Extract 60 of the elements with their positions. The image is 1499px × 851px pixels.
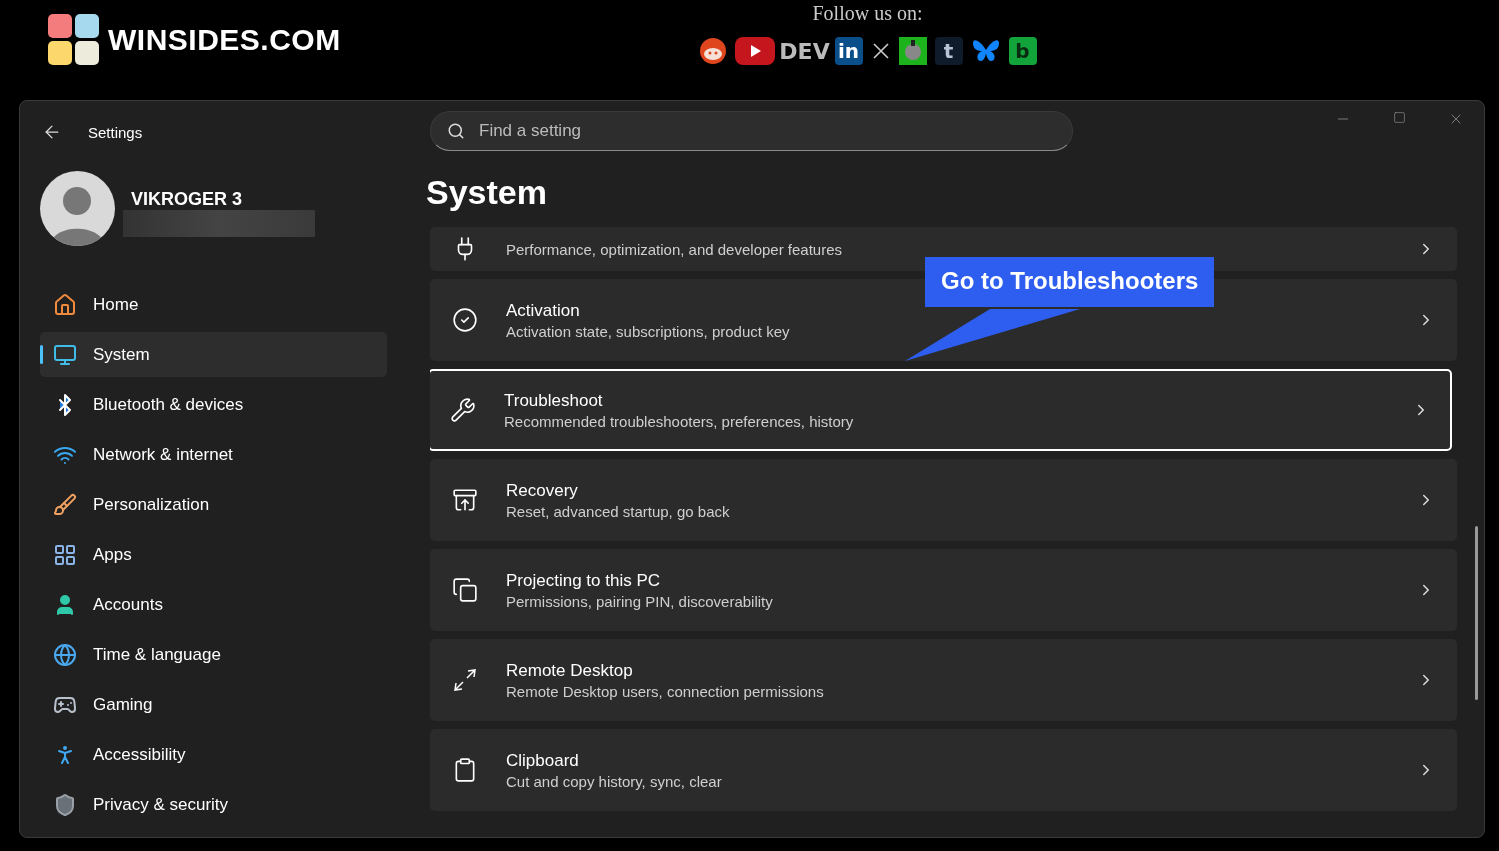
card-description: Cut and copy history, sync, clear [506, 772, 723, 790]
nav-item[interactable]: Accounts [40, 582, 387, 627]
beacon-logo[interactable]: b [1008, 37, 1037, 65]
window-title: Settings [88, 123, 143, 141]
check-circle-icon [452, 307, 478, 333]
linkedin-logo[interactable]: in [834, 37, 863, 65]
site-logo-text[interactable]: WINSIDES.COM [108, 23, 341, 57]
apps-icon [53, 542, 77, 567]
settings-card[interactable]: Remote Desktop Remote Desktop users, connection permissions [430, 639, 1457, 721]
card-title: Recovery [506, 480, 579, 501]
selection-indicator [40, 345, 43, 364]
wrench-icon [450, 397, 476, 423]
restore-icon [452, 487, 478, 513]
brush-icon [53, 492, 77, 517]
page-title: System [426, 173, 548, 213]
profile-name: VIKROGER 3 [131, 189, 244, 210]
maximize-icon[interactable] [1393, 111, 1406, 124]
nav-item[interactable]: Personalization [40, 482, 387, 527]
settings-card[interactable]: Clipboard Cut and copy history, sync, clear [430, 729, 1457, 811]
card-title: Clipboard [506, 750, 580, 771]
card-description: Performance, optimization, and developer features [506, 240, 844, 258]
crossed-arrows-icon [452, 667, 478, 693]
settings-card[interactable]: Projecting to this PC Permissions, pairing PIN, discoverability [430, 549, 1457, 631]
nav-item[interactable]: Network & internet [40, 432, 387, 477]
settings-card[interactable]: Recovery Reset, advanced startup, go back [430, 459, 1457, 541]
settings-card[interactable]: Troubleshoot Recommended troubleshooters, preferences, history [430, 369, 1452, 451]
nav-item[interactable]: Gaming [40, 682, 387, 727]
nav-item[interactable]: Accessibility [40, 732, 387, 777]
screens-icon [452, 577, 478, 603]
search-field[interactable]: Find a setting [430, 111, 1073, 151]
card-description: Remote Desktop users, connection permissions [506, 682, 825, 700]
nav-item[interactable]: Home [40, 282, 387, 327]
globe-icon [53, 642, 77, 667]
nav-item[interactable]: Time & language [40, 632, 387, 677]
reddit-icon[interactable] [698, 37, 727, 65]
callout-label: Go to Troubleshooters [925, 257, 1215, 307]
card-title: Projecting to this PC [506, 570, 661, 591]
scrollbar[interactable] [1475, 526, 1478, 700]
follow-label: Follow us on: [812, 2, 923, 25]
nav-item[interactable]: Bluetooth & devices [40, 382, 387, 427]
logo-icon [48, 14, 100, 66]
robot-icon[interactable] [898, 37, 927, 65]
tumblr-logo[interactable]: t [934, 37, 963, 65]
nav-item[interactable]: System [40, 332, 387, 377]
nav-item[interactable]: Apps [40, 532, 387, 577]
card-title: Activation [506, 300, 581, 321]
nav-item[interactable]: Privacy & security [40, 782, 387, 827]
monitor-icon [53, 342, 77, 367]
card-description: Recommended troubleshooters, preferences, history [504, 412, 855, 430]
card-description: Activation state, subscriptions, product key [506, 322, 791, 340]
x-logo-icon[interactable] [870, 41, 891, 61]
search-icon [447, 122, 465, 140]
shield-icon [53, 792, 77, 817]
card-title: Troubleshoot [504, 390, 604, 411]
house-icon [53, 292, 77, 317]
settings-card[interactable]: Performance, optimization, and developer features [430, 227, 1457, 271]
card-description: Reset, advanced startup, go back [506, 502, 731, 520]
card-title: Remote Desktop [506, 660, 634, 681]
youtube-icon[interactable] [734, 37, 775, 65]
card-description: Permissions, pairing PIN, discoverability [506, 592, 774, 610]
